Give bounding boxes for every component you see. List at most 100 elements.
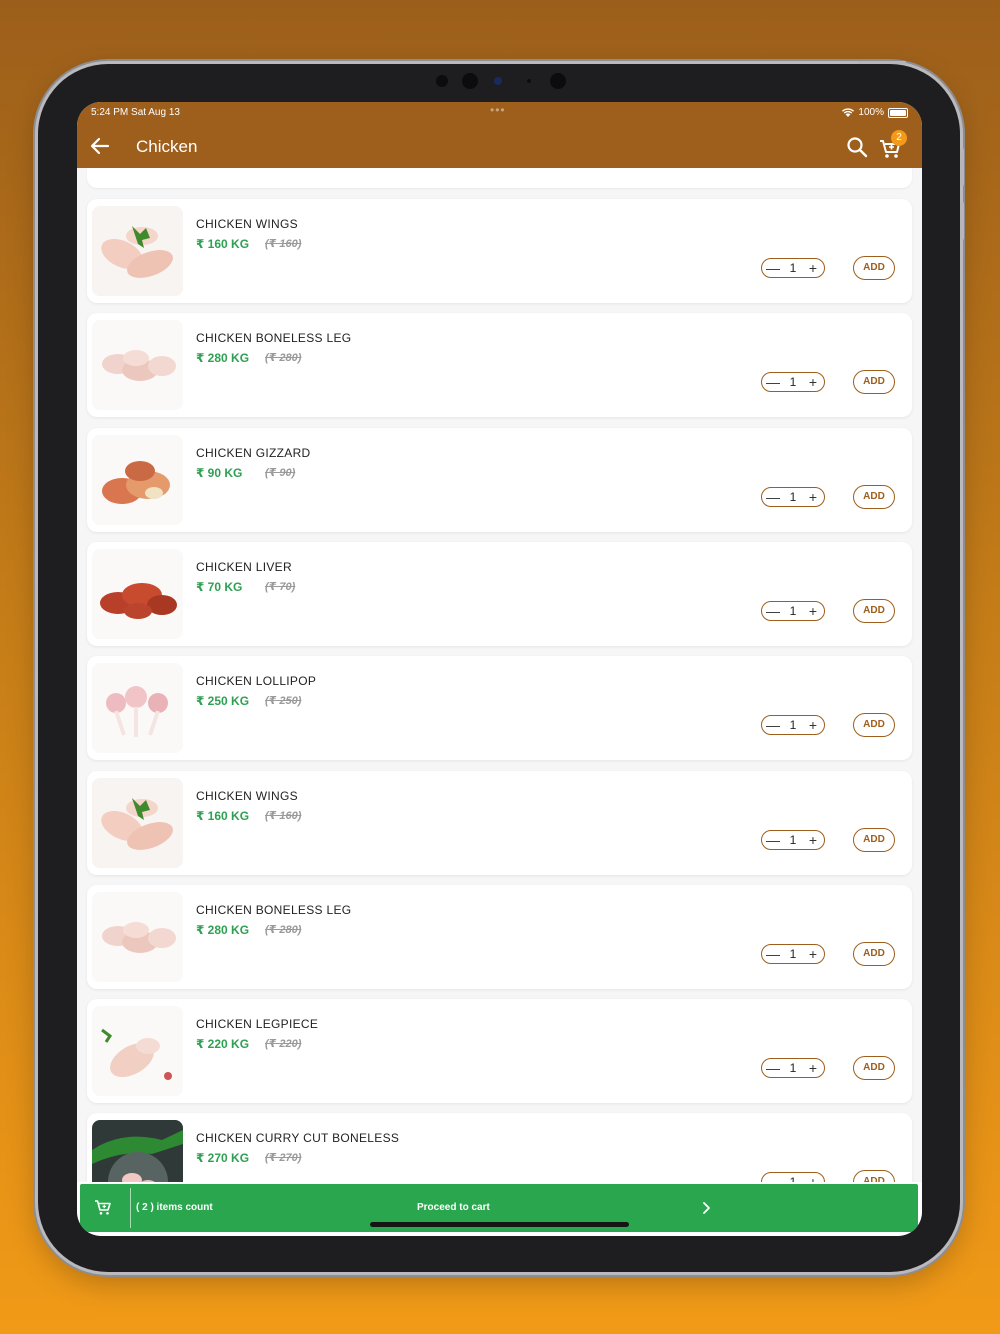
add-button[interactable]: ADD: [853, 828, 895, 852]
product-old-price: (₹ 280): [265, 352, 302, 364]
add-button[interactable]: ADD: [853, 599, 895, 623]
quantity-value: 1: [789, 261, 797, 275]
top-power-button: [858, 61, 906, 64]
quantity-value: 1: [789, 1175, 797, 1182]
product-price: ₹ 160 KG: [196, 237, 250, 251]
minus-icon[interactable]: —: [766, 833, 780, 847]
product-name: CHICKEN WINGS: [196, 217, 298, 231]
product-card[interactable]: CHICKEN WINGS ₹ 160 KG (₹ 160) — 1 + ADD: [87, 199, 912, 303]
plus-icon[interactable]: +: [806, 375, 820, 389]
quantity-stepper[interactable]: — 1 +: [761, 372, 825, 392]
product-name: CHICKEN LIVER: [196, 560, 292, 574]
plus-icon[interactable]: +: [806, 261, 820, 275]
battery-icon: [888, 107, 908, 118]
product-price: ₹ 70 KG: [196, 580, 243, 594]
quantity-stepper[interactable]: — 1 +: [761, 715, 825, 735]
proceed-to-cart-label[interactable]: Proceed to cart: [417, 1202, 490, 1213]
quantity-stepper[interactable]: — 1 +: [761, 830, 825, 850]
product-card[interactable]: CHICKEN WINGS ₹ 160 KG (₹ 160) — 1 + ADD: [87, 771, 912, 875]
quantity-value: 1: [789, 718, 797, 732]
battery-percent: 100%: [858, 107, 884, 118]
volume-down-button: [960, 202, 964, 240]
product-image[interactable]: [92, 1120, 183, 1182]
quantity-value: 1: [789, 604, 797, 618]
product-name: CHICKEN LOLLIPOP: [196, 674, 317, 688]
quantity-stepper[interactable]: — 1 +: [761, 487, 825, 507]
minus-icon[interactable]: —: [766, 947, 780, 961]
previous-card-edge: [87, 168, 912, 188]
plus-icon[interactable]: +: [806, 604, 820, 618]
minus-icon[interactable]: —: [766, 604, 780, 618]
product-price: ₹ 160 KG: [196, 809, 250, 823]
product-card[interactable]: CHICKEN BONELESS LEG ₹ 280 KG (₹ 280) — 1 + AD…: [87, 313, 912, 417]
product-image[interactable]: [92, 320, 183, 410]
sensor-dot-small: [527, 79, 531, 83]
product-old-price: (₹ 160): [265, 810, 302, 822]
sensor-lens: [550, 73, 566, 89]
add-button[interactable]: ADD: [853, 485, 895, 509]
add-button[interactable]: ADD: [853, 942, 895, 966]
product-old-price: (₹ 280): [265, 924, 302, 936]
product-card[interactable]: CHICKEN LEGPIECE ₹ 220 KG (₹ 220) — 1 + ADD: [87, 999, 912, 1103]
product-card[interactable]: CHICKEN CURRY CUT BONELESS ₹ 270 KG (₹ 270…: [87, 1113, 912, 1182]
quantity-stepper[interactable]: — 1 +: [761, 601, 825, 621]
plus-icon[interactable]: +: [806, 718, 820, 732]
multitask-dots[interactable]: •••: [490, 103, 506, 117]
quantity-stepper[interactable]: — 1 +: [761, 258, 825, 278]
camera-lens: [462, 73, 478, 89]
cart-icon: [95, 1200, 111, 1215]
product-old-price: (₹ 90): [265, 467, 296, 479]
product-price: ₹ 220 KG: [196, 1037, 250, 1051]
product-image[interactable]: [92, 206, 183, 296]
back-arrow-icon[interactable]: [89, 135, 111, 157]
product-old-price: (₹ 220): [265, 1038, 302, 1050]
product-card[interactable]: CHICKEN BONELESS LEG ₹ 280 KG (₹ 280) — 1 + AD…: [87, 885, 912, 989]
minus-icon[interactable]: —: [766, 261, 780, 275]
items-count: ( 2 ) items count: [136, 1202, 213, 1213]
product-old-price: (₹ 270): [265, 1152, 302, 1164]
quantity-stepper[interactable]: — 1 +: [761, 1058, 825, 1078]
wifi-icon: [842, 108, 855, 117]
volume-up-button: [960, 148, 964, 186]
add-button[interactable]: ADD: [853, 1056, 895, 1080]
product-old-price: (₹ 70): [265, 581, 296, 593]
chevron-right-icon[interactable]: [700, 1201, 712, 1215]
plus-icon[interactable]: +: [806, 490, 820, 504]
product-image[interactable]: [92, 778, 183, 868]
plus-icon[interactable]: +: [806, 1175, 820, 1182]
product-card[interactable]: CHICKEN GIZZARD ₹ 90 KG (₹ 90) — 1 + ADD: [87, 428, 912, 532]
product-price: ₹ 270 KG: [196, 1151, 250, 1165]
add-button[interactable]: ADD: [853, 256, 895, 280]
status-right: 100%: [842, 107, 908, 118]
plus-icon[interactable]: +: [806, 833, 820, 847]
add-button[interactable]: ADD: [853, 370, 895, 394]
app-bar: 5:24 PM Sat Aug 13 ••• 100% Chicken 2: [77, 102, 922, 168]
product-card[interactable]: CHICKEN LOLLIPOP ₹ 250 KG (₹ 250) — 1 + ADD: [87, 656, 912, 760]
product-name: CHICKEN WINGS: [196, 789, 298, 803]
minus-icon[interactable]: —: [766, 1061, 780, 1075]
add-button[interactable]: ADD: [853, 713, 895, 737]
product-name: CHICKEN BONELESS LEG: [196, 903, 352, 917]
minus-icon[interactable]: —: [766, 1175, 780, 1182]
cart-count-badge: 2: [891, 130, 907, 146]
quantity-stepper[interactable]: — 1 +: [761, 944, 825, 964]
product-image[interactable]: [92, 663, 183, 753]
plus-icon[interactable]: +: [806, 1061, 820, 1075]
minus-icon[interactable]: —: [766, 490, 780, 504]
product-list[interactable]: CHICKEN WINGS ₹ 160 KG (₹ 160) —1 + ADD CHICKE…: [77, 168, 922, 1182]
product-image[interactable]: [92, 892, 183, 982]
sensor-dot: [436, 75, 448, 87]
add-button[interactable]: ADD: [853, 1170, 895, 1182]
product-image[interactable]: [92, 1006, 183, 1096]
product-image[interactable]: [92, 435, 183, 525]
product-image[interactable]: [92, 549, 183, 639]
product-card[interactable]: CHICKEN LIVER ₹ 70 KG (₹ 70) — 1 + ADD: [87, 542, 912, 646]
plus-icon[interactable]: +: [806, 947, 820, 961]
minus-icon[interactable]: —: [766, 375, 780, 389]
product-price: ₹ 280 KG: [196, 351, 250, 365]
quantity-value: 1: [789, 947, 797, 961]
minus-icon[interactable]: —: [766, 718, 780, 732]
home-indicator[interactable]: [370, 1222, 629, 1227]
quantity-stepper[interactable]: — 1 +: [761, 1172, 825, 1182]
search-icon[interactable]: [845, 135, 869, 159]
